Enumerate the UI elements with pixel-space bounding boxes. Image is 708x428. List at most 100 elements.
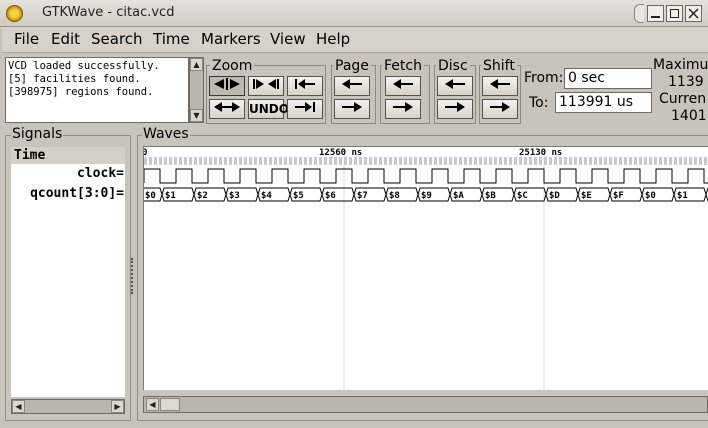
fetch-right-button[interactable] [385, 99, 421, 119]
from-time-input[interactable]: 0 sec [564, 68, 652, 89]
scroll-right-icon[interactable]: ▶ [111, 400, 124, 413]
shift-right-button[interactable] [482, 99, 518, 119]
fetch-group-label: Fetch [382, 58, 424, 74]
ruler-tick [249, 157, 252, 165]
ruler-tick [669, 157, 672, 165]
signals-list[interactable] [11, 147, 125, 397]
ruler-tick [624, 157, 627, 165]
scroll-thumb[interactable] [160, 398, 180, 411]
menu-help[interactable]: Help [316, 30, 350, 48]
menu-file[interactable]: File [14, 30, 39, 48]
time-ruler-label: 0 [144, 148, 147, 158]
ruler-tick [339, 157, 342, 165]
to-time-input[interactable]: 113991 us [555, 92, 652, 113]
ruler-tick [384, 157, 387, 165]
status-log[interactable]: VCD loaded successfully. [5] facilities f… [5, 57, 189, 123]
menu-view[interactable]: View [270, 30, 306, 48]
scroll-up-icon[interactable]: ▲ [190, 58, 203, 71]
ruler-tick [494, 157, 497, 165]
ruler-tick [149, 157, 152, 165]
fetch-left-button[interactable] [385, 76, 421, 96]
ruler-tick [684, 157, 687, 165]
signals-hscrollbar[interactable]: ◀ ▶ [11, 399, 125, 414]
ruler-tick [464, 157, 467, 165]
ruler-tick [274, 157, 277, 165]
ruler-tick [434, 157, 437, 165]
current-value: 1401 [671, 108, 707, 124]
ruler-tick [619, 157, 622, 165]
maximize-button[interactable] [666, 5, 683, 22]
ruler-tick [554, 157, 557, 165]
qcount-value-label: $C [517, 191, 528, 201]
disc-right-button[interactable] [437, 99, 473, 119]
ruler-tick [649, 157, 652, 165]
qcount-value-label: $2 [197, 191, 208, 201]
to-label: To: [529, 95, 549, 111]
zoom-to-end-button[interactable] [287, 99, 323, 119]
pane-splitter-handle[interactable] [131, 258, 134, 294]
scroll-left-icon[interactable]: ◀ [12, 400, 25, 413]
arrow-left-icon [445, 79, 465, 89]
title-bar-cap [634, 4, 644, 23]
ruler-tick [179, 157, 182, 165]
ruler-tick [269, 157, 272, 165]
signal-clock[interactable]: clock= [13, 166, 124, 181]
ruler-tick [704, 157, 707, 165]
ruler-tick [564, 157, 567, 165]
gtkwave-app-icon[interactable] [6, 5, 23, 22]
qcount-value-label: $E [581, 191, 592, 201]
zoom-to-start-button[interactable] [287, 76, 323, 96]
ruler-tick [159, 157, 162, 165]
zoom-out-button[interactable] [209, 99, 245, 119]
jump-end-icon [295, 102, 315, 112]
ruler-tick [289, 157, 292, 165]
ruler-tick [189, 157, 192, 165]
menu-search[interactable]: Search [91, 30, 143, 48]
zoom-in-button[interactable] [248, 76, 284, 96]
window-title: GTKWave - citac.vcd [42, 5, 175, 20]
ruler-tick [174, 157, 177, 165]
zoom-out-icon [214, 102, 240, 112]
scroll-left-icon[interactable]: ◀ [146, 398, 159, 411]
arrow-right-icon [445, 102, 465, 112]
waves-hscrollbar[interactable]: ◀ [143, 396, 708, 413]
ruler-tick [229, 157, 232, 165]
ruler-tick [674, 157, 677, 165]
scroll-down-icon[interactable]: ▼ [190, 109, 203, 122]
ruler-tick [329, 157, 332, 165]
log-scrollbar[interactable]: ▲ ▼ [189, 57, 204, 123]
ruler-tick [364, 157, 367, 165]
ruler-tick [429, 157, 432, 165]
ruler-tick [214, 157, 217, 165]
ruler-tick [559, 157, 562, 165]
time-ruler-label: 12560 ns [319, 148, 362, 158]
minimize-button[interactable] [647, 5, 664, 22]
ruler-tick [594, 157, 597, 165]
waveform-canvas[interactable]: 0 12560 ns 25130 ns $0 $1 $2 $3 $4 $5 $6 $7 $8 $9 $A $… [143, 146, 708, 390]
ruler-tick [284, 157, 287, 165]
time-ruler-label: 25130 ns [519, 148, 562, 158]
ruler-tick [534, 157, 537, 165]
menu-edit[interactable]: Edit [51, 30, 80, 48]
page-left-button[interactable] [334, 76, 370, 96]
zoom-fit-button[interactable] [209, 76, 245, 96]
ruler-tick [154, 157, 157, 165]
signal-qcount[interactable]: qcount[3:0]= [13, 186, 124, 201]
disc-left-button[interactable] [437, 76, 473, 96]
menu-time[interactable]: Time [153, 30, 190, 48]
ruler-tick [184, 157, 187, 165]
ruler-tick [234, 157, 237, 165]
maximum-value: 1139 [668, 74, 704, 90]
ruler-tick [389, 157, 392, 165]
ruler-tick [524, 157, 527, 165]
undo-zoom-button[interactable]: UNDO [248, 99, 289, 119]
page-right-button[interactable] [334, 99, 370, 119]
close-button[interactable] [685, 5, 702, 22]
ruler-tick [164, 157, 167, 165]
clock-trace [144, 168, 708, 184]
ruler-tick [224, 157, 227, 165]
signals-pane-title: Signals [11, 126, 64, 142]
signal-name: clock [77, 166, 117, 181]
shift-left-button[interactable] [482, 76, 518, 96]
menu-markers[interactable]: Markers [201, 30, 261, 48]
